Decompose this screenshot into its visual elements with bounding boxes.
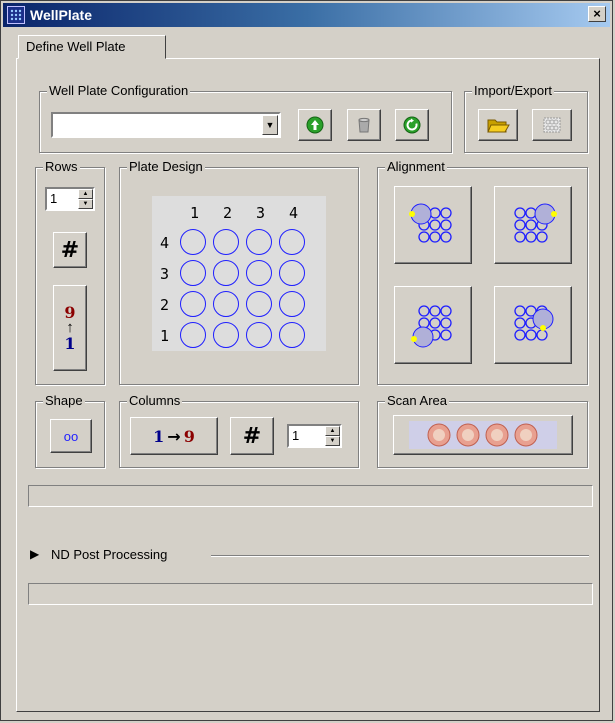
delete-config-button[interactable] [347, 109, 381, 141]
well[interactable] [180, 229, 206, 255]
columns-label: Columns [127, 393, 183, 409]
columns-count-value: 1 [292, 428, 300, 443]
plate-design-label: Plate Design [127, 159, 205, 175]
column-header: 1 [190, 204, 200, 222]
divider [211, 555, 589, 557]
hash-icon: # [242, 423, 262, 449]
align-bottom-right-button[interactable] [494, 286, 572, 364]
columns-spin-down[interactable]: ▼ [325, 436, 340, 446]
row-header: 3 [160, 265, 170, 283]
well[interactable] [279, 291, 305, 317]
scan-area-icon [409, 421, 557, 449]
column-header: 4 [289, 204, 299, 222]
save-config-button[interactable] [298, 109, 332, 141]
arrow-up-icon: ↑ [66, 319, 74, 336]
circle-shape-icon: oo [63, 428, 79, 444]
row-header: 1 [160, 327, 170, 345]
columns-count-spinner[interactable]: 1 ▲ ▼ [287, 424, 342, 448]
alignment-label: Alignment [385, 159, 447, 175]
well[interactable] [180, 260, 206, 286]
export-button[interactable] [532, 109, 572, 141]
columns-spin-up[interactable]: ▲ [325, 426, 340, 436]
columns-order-button[interactable]: 1 → 9 [130, 417, 218, 455]
progress-bar [28, 485, 593, 507]
well[interactable] [279, 260, 305, 286]
well[interactable] [213, 229, 239, 255]
well[interactable] [246, 260, 272, 286]
trash-icon [358, 117, 370, 133]
plate-preview: 1 2 3 4 4 3 2 1 [152, 196, 326, 351]
well[interactable] [279, 229, 305, 255]
rows-count-value: 1 [50, 191, 58, 206]
columns-order-end: 9 [183, 426, 195, 446]
hash-icon: # [60, 237, 80, 263]
tab-define-well-plate[interactable]: Define Well Plate [18, 35, 166, 59]
align-top-right-button[interactable] [494, 186, 572, 264]
rows-label: Rows [43, 159, 80, 175]
upload-icon [306, 116, 324, 134]
columns-number-button[interactable]: # [230, 417, 274, 455]
config-group-label: Well Plate Configuration [47, 83, 191, 99]
column-header: 3 [256, 204, 266, 222]
rows-number-button[interactable]: # [53, 232, 87, 268]
expand-arrow-icon[interactable]: ▶ [30, 547, 39, 561]
import-button[interactable] [478, 109, 518, 141]
well[interactable] [180, 291, 206, 317]
align-top-left-button[interactable] [394, 186, 472, 264]
app-icon [7, 6, 25, 24]
title-bar[interactable]: WellPlate × [3, 3, 610, 27]
import-export-label: Import/Export [472, 83, 555, 99]
close-button[interactable]: × [588, 6, 606, 22]
window-title: WellPlate [30, 7, 92, 23]
config-combobox[interactable]: ▼ [51, 112, 281, 138]
rows-count-spinner[interactable]: 1 ▲ ▼ [45, 187, 95, 211]
well[interactable] [246, 291, 272, 317]
well[interactable] [213, 260, 239, 286]
scan-area-button[interactable] [393, 415, 573, 455]
shape-label: Shape [43, 393, 85, 409]
chevron-down-icon[interactable]: ▼ [262, 115, 278, 135]
well[interactable] [246, 322, 272, 348]
rows-spin-up[interactable]: ▲ [78, 189, 93, 199]
reset-config-button[interactable] [395, 109, 429, 141]
export-icon [543, 117, 561, 133]
align-bottom-left-button[interactable] [394, 286, 472, 364]
well[interactable] [246, 229, 272, 255]
columns-order-start: 1 [153, 426, 165, 446]
tab-panel [16, 58, 600, 712]
well[interactable] [279, 322, 305, 348]
progress-bar [28, 583, 593, 605]
align-top-left-icon [409, 203, 452, 243]
scan-area-label: Scan Area [385, 393, 449, 409]
wellplate-window: WellPlate × Define Well Plate Well Plate… [0, 0, 613, 721]
folder-open-icon [487, 119, 510, 133]
shape-button[interactable]: oo [50, 419, 92, 453]
rows-spin-down[interactable]: ▼ [78, 199, 93, 209]
refresh-icon [403, 116, 421, 134]
align-bottom-left-icon [411, 305, 452, 348]
rows-order-button[interactable]: 9 ↑ 1 [53, 285, 87, 371]
rows-order-bottom: 1 [64, 334, 76, 353]
align-bottom-right-icon [514, 305, 554, 341]
arrow-right-icon: → [167, 426, 181, 446]
row-header: 4 [160, 234, 170, 252]
well[interactable] [180, 322, 206, 348]
well[interactable] [213, 322, 239, 348]
well[interactable] [213, 291, 239, 317]
align-top-right-icon [514, 203, 557, 243]
row-header: 2 [160, 296, 170, 314]
post-processing-label[interactable]: ND Post Processing [51, 547, 167, 562]
column-header: 2 [223, 204, 233, 222]
